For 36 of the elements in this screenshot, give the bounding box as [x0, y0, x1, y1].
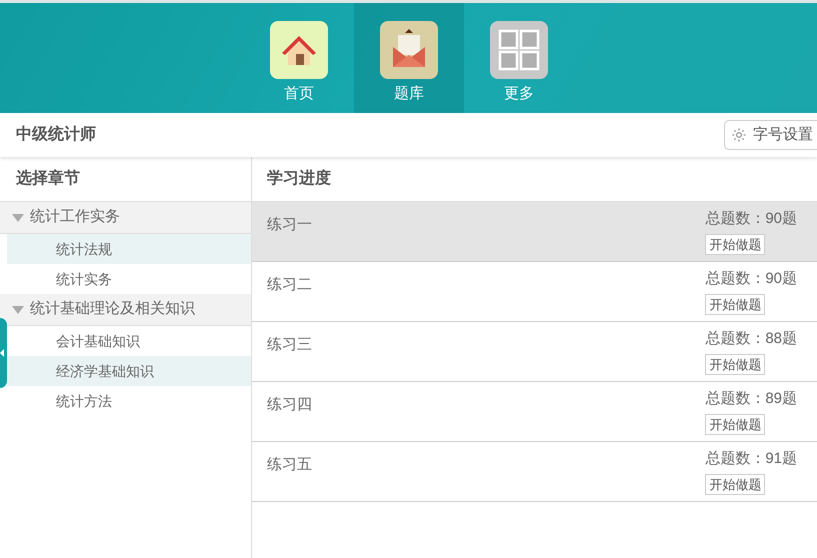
- page-title: 中级统计师: [16, 124, 96, 145]
- exercise-row[interactable]: 练习一 总题数：90题 开始做题: [252, 202, 817, 262]
- chapter-group[interactable]: 统计工作实务: [0, 202, 251, 234]
- chapter-item[interactable]: 统计实务: [7, 264, 251, 294]
- question-count: 总题数：90题: [705, 209, 797, 229]
- question-count: 总题数：91题: [705, 449, 797, 469]
- chapter-group[interactable]: 统计基础理论及相关知识: [0, 294, 251, 326]
- grid-icon: [490, 21, 548, 79]
- chapter-item[interactable]: 统计方法: [7, 386, 251, 416]
- settings-icon: [731, 127, 747, 143]
- section-heading: 学习进度: [267, 168, 331, 189]
- question-count: 总题数：88题: [705, 329, 797, 349]
- start-button[interactable]: 开始做题: [705, 234, 766, 254]
- section-heading: 选择章节: [16, 168, 80, 189]
- exercise-name: 练习五: [267, 455, 312, 474]
- envelope-icon: [380, 21, 438, 79]
- house-icon: [270, 21, 328, 79]
- question-count: 总题数：90题: [705, 269, 797, 289]
- exercise-name: 练习二: [267, 275, 312, 294]
- start-button[interactable]: 开始做题: [705, 414, 766, 434]
- exercise-name: 练习一: [267, 215, 312, 234]
- chapter-item[interactable]: 经济学基础知识: [7, 356, 251, 386]
- side-handle[interactable]: [0, 318, 7, 388]
- start-button[interactable]: 开始做题: [705, 294, 766, 314]
- font-size-button[interactable]: 字号设置: [724, 120, 817, 150]
- caret-icon: [12, 214, 24, 222]
- caret-icon: [12, 306, 24, 314]
- chapter-item[interactable]: 统计法规: [7, 234, 251, 264]
- question-count: 总题数：89题: [705, 389, 797, 409]
- start-button[interactable]: 开始做题: [705, 474, 766, 494]
- nav-tab[interactable]: 题库: [354, 3, 464, 113]
- start-button[interactable]: 开始做题: [705, 354, 766, 374]
- exercise-name: 练习三: [267, 335, 312, 354]
- exercise-name: 练习四: [267, 395, 312, 414]
- chapter-item[interactable]: 会计基础知识: [7, 326, 251, 356]
- arrow-icon: [0, 349, 4, 357]
